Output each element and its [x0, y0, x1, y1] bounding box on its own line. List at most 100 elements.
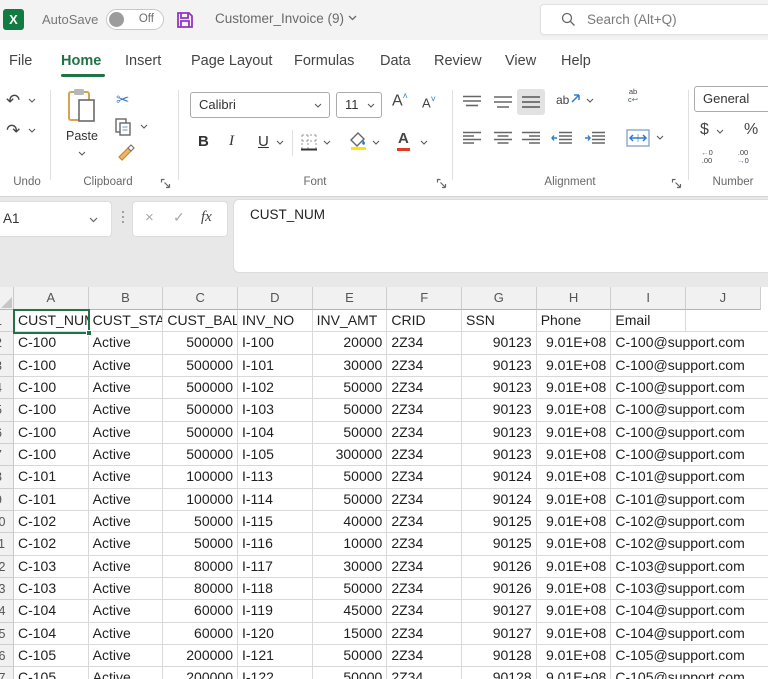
- cell-H4[interactable]: 9.01E+08: [536, 376, 612, 400]
- cell-B2[interactable]: Active: [88, 332, 164, 355]
- cell-H9[interactable]: 9.01E+08: [536, 488, 612, 511]
- column-header-E[interactable]: E: [312, 287, 388, 310]
- document-title-chevron-down-icon[interactable]: [348, 15, 357, 21]
- column-header-H[interactable]: H: [536, 287, 612, 310]
- tab-data[interactable]: Data: [380, 53, 411, 69]
- column-header-I[interactable]: I: [611, 287, 687, 310]
- clipboard-dialog-launcher-icon[interactable]: [160, 178, 171, 189]
- font-size-select[interactable]: 11: [336, 92, 382, 118]
- orientation-button[interactable]: ab: [556, 93, 569, 107]
- cell-A12[interactable]: C-103: [14, 555, 89, 578]
- cell-F4[interactable]: 2Z34: [387, 376, 462, 400]
- cell-E12[interactable]: 30000: [312, 555, 388, 578]
- column-header-G[interactable]: G: [462, 287, 537, 310]
- font-dialog-launcher-icon[interactable]: [436, 178, 447, 189]
- format-painter-button[interactable]: [116, 143, 136, 168]
- cell-A16[interactable]: C-105: [14, 644, 89, 668]
- cell-G11[interactable]: 90125: [462, 533, 537, 556]
- cell-E4[interactable]: 50000: [312, 376, 388, 400]
- cell-G12[interactable]: 90126: [462, 555, 537, 578]
- cell-C14[interactable]: 60000: [163, 600, 238, 623]
- cut-button[interactable]: ✂: [116, 90, 129, 110]
- cell-A4[interactable]: C-100: [14, 376, 89, 400]
- cell-B15[interactable]: Active: [88, 622, 164, 645]
- decrease-indent-button[interactable]: [551, 131, 573, 150]
- cell-I1[interactable]: Email: [611, 310, 687, 333]
- cell-C5[interactable]: 500000: [163, 399, 238, 422]
- cell-E9[interactable]: 50000: [312, 488, 388, 511]
- copy-button[interactable]: [114, 117, 132, 142]
- column-header-J[interactable]: J: [686, 287, 761, 310]
- copy-chevron-down-icon[interactable]: [140, 124, 148, 129]
- cell-C11[interactable]: 50000: [163, 533, 238, 556]
- row-header-4[interactable]: 4: [0, 376, 14, 400]
- cancel-icon[interactable]: ×: [145, 209, 154, 226]
- cell-E16[interactable]: 50000: [312, 644, 388, 668]
- cell-F8[interactable]: 2Z34: [387, 466, 462, 489]
- tab-formulas[interactable]: Formulas: [294, 53, 354, 69]
- cell-H8[interactable]: 9.01E+08: [536, 466, 612, 489]
- bold-button[interactable]: B: [198, 133, 209, 150]
- borders-chevron-down-icon[interactable]: [323, 140, 331, 145]
- fill-color-button[interactable]: [350, 131, 368, 155]
- cell-D13[interactable]: I-118: [238, 577, 313, 601]
- cell-H14[interactable]: 9.01E+08: [536, 600, 612, 623]
- cell-F5[interactable]: 2Z34: [387, 399, 462, 422]
- cell-F12[interactable]: 2Z34: [387, 555, 462, 578]
- row-header-5[interactable]: 5: [0, 399, 14, 422]
- cell-F2[interactable]: 2Z34: [387, 332, 462, 355]
- cell-F6[interactable]: 2Z34: [387, 421, 462, 444]
- cell-C3[interactable]: 500000: [163, 354, 238, 377]
- cell-H1[interactable]: Phone: [536, 310, 612, 333]
- cell-H13[interactable]: 9.01E+08: [536, 577, 612, 601]
- cell-C7[interactable]: 500000: [163, 443, 238, 467]
- cell-G3[interactable]: 90123: [462, 354, 537, 377]
- cell-B5[interactable]: Active: [88, 399, 164, 422]
- formula-bar-input[interactable]: CUST_NUM: [233, 199, 768, 273]
- cell-D5[interactable]: I-103: [238, 399, 313, 422]
- cell-G14[interactable]: 90127: [462, 600, 537, 623]
- borders-button[interactable]: [300, 133, 318, 156]
- align-right-button[interactable]: [521, 131, 541, 150]
- autosave-toggle[interactable]: Off: [106, 9, 164, 30]
- cell-I6[interactable]: C-100@support.com: [611, 422, 745, 444]
- cell-C6[interactable]: 500000: [163, 421, 238, 444]
- cell-B10[interactable]: Active: [88, 510, 164, 534]
- decrease-font-size-button[interactable]: A˅: [422, 94, 436, 110]
- cell-F9[interactable]: 2Z34: [387, 488, 462, 511]
- cell-C2[interactable]: 500000: [163, 332, 238, 355]
- cell-I4[interactable]: C-100@support.com: [611, 377, 745, 400]
- row-header-16[interactable]: 16: [0, 644, 14, 668]
- cell-D12[interactable]: I-117: [238, 555, 313, 578]
- cell-B16[interactable]: Active: [88, 644, 164, 668]
- increase-font-size-button[interactable]: A˄: [392, 91, 408, 110]
- cell-B6[interactable]: Active: [88, 421, 164, 444]
- cell-A14[interactable]: C-104: [14, 600, 89, 623]
- column-header-F[interactable]: F: [387, 287, 462, 310]
- name-box-chevron-down-icon[interactable]: [89, 217, 98, 223]
- cell-F1[interactable]: CRID: [387, 310, 462, 333]
- cell-I5[interactable]: C-100@support.com: [611, 399, 745, 422]
- cell-A5[interactable]: C-100: [14, 399, 89, 422]
- cell-A11[interactable]: C-102: [14, 533, 89, 556]
- cell-H3[interactable]: 9.01E+08: [536, 354, 612, 377]
- percent-format-button[interactable]: %: [744, 121, 758, 139]
- column-header-D[interactable]: D: [238, 287, 313, 310]
- align-top-button[interactable]: [462, 95, 482, 114]
- cell-B3[interactable]: Active: [88, 354, 164, 377]
- cell-A6[interactable]: C-100: [14, 421, 89, 444]
- cell-B11[interactable]: Active: [88, 533, 164, 556]
- cell-F14[interactable]: 2Z34: [387, 600, 462, 623]
- cell-E6[interactable]: 50000: [312, 421, 388, 444]
- cell-H10[interactable]: 9.01E+08: [536, 510, 612, 534]
- row-header-11[interactable]: 11: [0, 533, 14, 556]
- cell-A7[interactable]: C-100: [14, 443, 89, 467]
- cell-D7[interactable]: I-105: [238, 443, 313, 467]
- cell-D16[interactable]: I-121: [238, 644, 313, 668]
- cell-A8[interactable]: C-101: [14, 466, 89, 489]
- cell-E1[interactable]: INV_AMT: [312, 310, 388, 333]
- row-header-13[interactable]: 13: [0, 577, 14, 601]
- paste-button[interactable]: Paste: [58, 88, 106, 170]
- underline-button[interactable]: U: [258, 133, 269, 150]
- cell-C15[interactable]: 60000: [163, 622, 238, 645]
